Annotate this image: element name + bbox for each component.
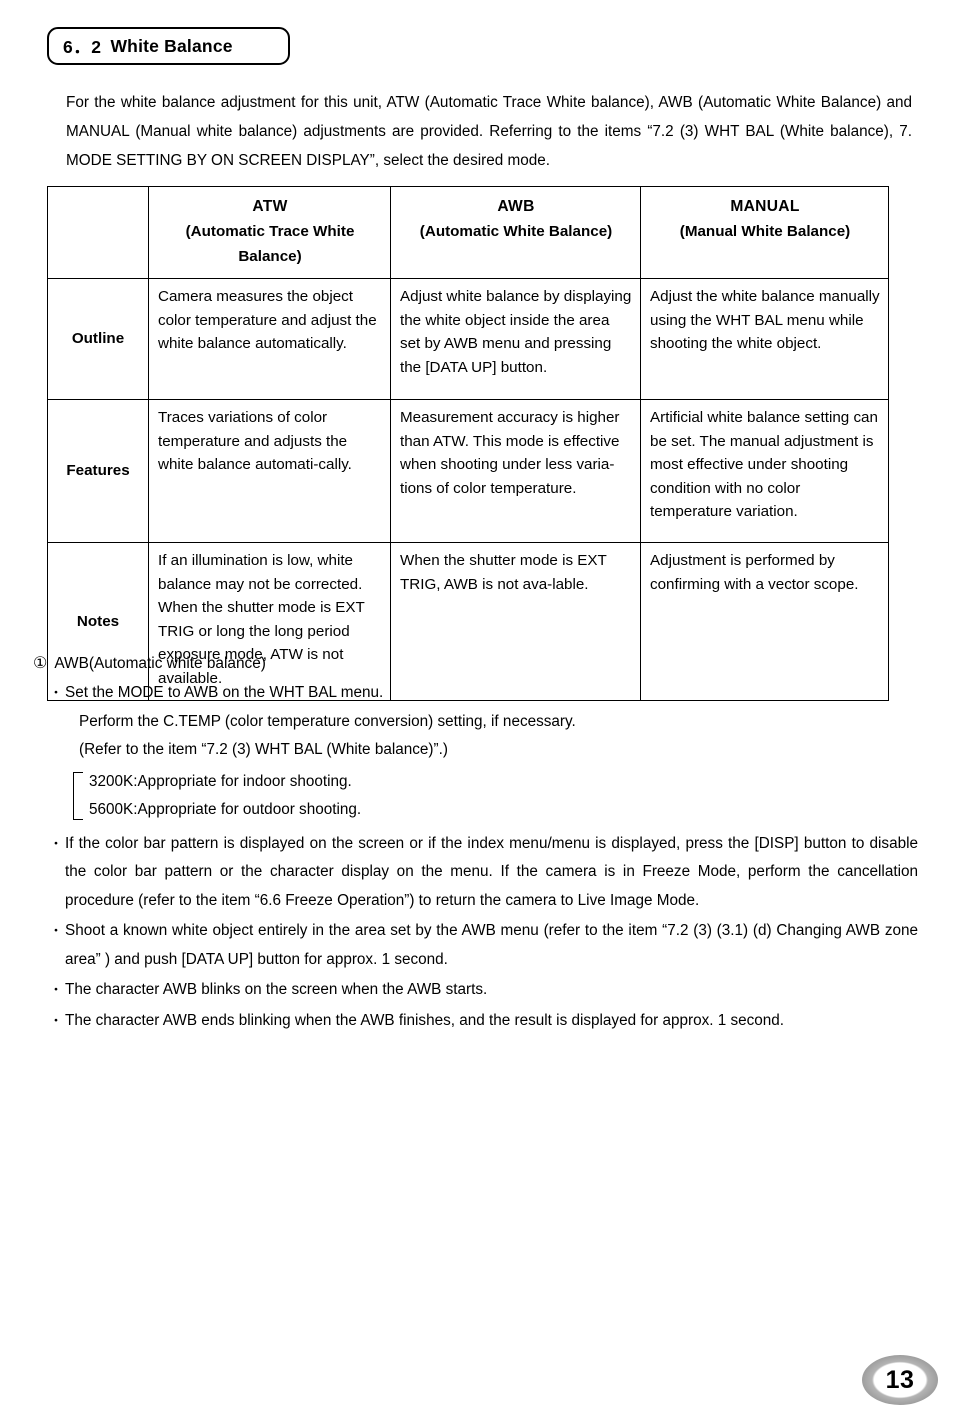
- awb-heading-text: AWB(Automatic white balance): [54, 655, 266, 672]
- column-header-atw-sub: (Automatic Trace White Balance): [185, 223, 355, 265]
- color-temperature-group: 3200K:Appropriate for indoor shooting. 5…: [73, 768, 918, 824]
- cell-outline-awb: Adjust white balance by displaying the w…: [390, 278, 641, 400]
- list-item: ・ Shoot a known white object entirely in…: [33, 917, 918, 974]
- column-header-manual: MANUAL (Manual White Balance): [640, 186, 889, 279]
- row-label-outline: Outline: [47, 278, 149, 400]
- column-header-awb-main: AWB: [497, 198, 535, 215]
- table-body: Outline Camera measures the object color…: [47, 278, 889, 701]
- list-item: ・ Set the MODE to AWB on the WHT BAL men…: [33, 679, 918, 708]
- table-row: Outline Camera measures the object color…: [47, 278, 889, 400]
- bullet-text-shoot-white-object: Shoot a known white object entirely in t…: [65, 922, 918, 968]
- bullet-text-awb-blinks: The character AWB blinks on the screen w…: [65, 981, 488, 998]
- temperature-desc-5600k: Appropriate for outdoor shooting.: [137, 800, 362, 818]
- bullet-dot-icon: ・: [49, 685, 63, 700]
- table-header: ATW (Automatic Trace White Balance) AWB …: [47, 186, 889, 279]
- column-header-manual-main: MANUAL: [730, 198, 800, 215]
- awb-subtext-refer: (Refer to the item “7.2 (3) WHT BAL (Whi…: [79, 741, 448, 758]
- section-heading-inner: 6．2 White Balance: [49, 29, 288, 63]
- row-label-features: Features: [47, 399, 149, 543]
- list-item: 3200K:Appropriate for indoor shooting.: [89, 768, 918, 796]
- column-header-atw: ATW (Automatic Trace White Balance): [148, 186, 391, 279]
- document-page: 6．2 White Balance For the white balance …: [0, 0, 954, 1410]
- page-number: 13: [885, 1365, 915, 1394]
- bullet-dot-icon: ・: [49, 923, 63, 938]
- table-corner-cell: [47, 186, 149, 279]
- bullet-dot-icon: ・: [49, 982, 63, 997]
- awb-heading-item: ① AWB(Automatic white balance): [33, 650, 918, 677]
- temperature-desc-3200k: Appropriate for indoor shooting.: [137, 772, 352, 790]
- awb-bullet-list: ・ Set the MODE to AWB on the WHT BAL men…: [33, 679, 918, 1035]
- awb-notes-section: ① AWB(Automatic white balance) ・ Set the…: [33, 650, 918, 1035]
- list-item: ・ If the color bar pattern is displayed …: [33, 830, 918, 916]
- column-header-awb-sub: (Automatic White Balance): [419, 223, 613, 240]
- section-heading-box: 6．2 White Balance: [47, 27, 290, 65]
- cell-outline-atw: Camera measures the object color tempera…: [148, 278, 391, 400]
- page-number-badge: 13: [862, 1355, 938, 1405]
- bullet-text-awb-ends-blinking: The character AWB ends blinking when the…: [65, 1011, 785, 1029]
- bullet-dot-icon: ・: [49, 1012, 63, 1028]
- bracket-icon: [73, 771, 83, 820]
- column-header-atw-main: ATW: [252, 198, 288, 215]
- cell-features-manual: Artificial white balance setting can be …: [640, 399, 889, 543]
- section-number: 6．2: [63, 36, 102, 57]
- cell-outline-manual: Adjust the white balance manually using …: [640, 278, 889, 400]
- temperature-value-3200k: 3200K: [89, 772, 134, 790]
- table-row: Features Traces variations of color temp…: [47, 399, 889, 543]
- column-header-manual-sub: (Manual White Balance): [679, 223, 851, 240]
- list-item: ・ The character AWB ends blinking when t…: [33, 1007, 918, 1036]
- circled-one-icon: ①: [33, 655, 48, 672]
- table-header-row: ATW (Automatic Trace White Balance) AWB …: [47, 186, 889, 279]
- cell-features-atw: Traces variations of color temperature a…: [148, 399, 391, 543]
- section-title: White Balance: [110, 35, 233, 56]
- cell-features-awb: Measurement accuracy is higher than ATW.…: [390, 399, 641, 543]
- bullet-text-color-bar: If the color bar pattern is displayed on…: [65, 834, 918, 909]
- list-item: ・ The character AWB blinks on the screen…: [33, 976, 918, 1005]
- intro-text: For the white balance adjustment for thi…: [66, 94, 912, 169]
- list-item: 5600K:Appropriate for outdoor shooting.: [89, 796, 918, 824]
- bullet-text-set-mode: Set the MODE to AWB on the WHT BAL menu.: [65, 684, 384, 701]
- intro-paragraph: For the white balance adjustment for thi…: [66, 88, 912, 175]
- white-balance-comparison-table: ATW (Automatic Trace White Balance) AWB …: [47, 186, 889, 701]
- temperature-value-5600k: 5600K: [89, 800, 134, 818]
- column-header-awb: AWB (Automatic White Balance): [390, 186, 641, 279]
- awb-subtext-ctemp: Perform the C.TEMP (color temperature co…: [79, 712, 576, 730]
- bullet-dot-icon: ・: [49, 835, 63, 851]
